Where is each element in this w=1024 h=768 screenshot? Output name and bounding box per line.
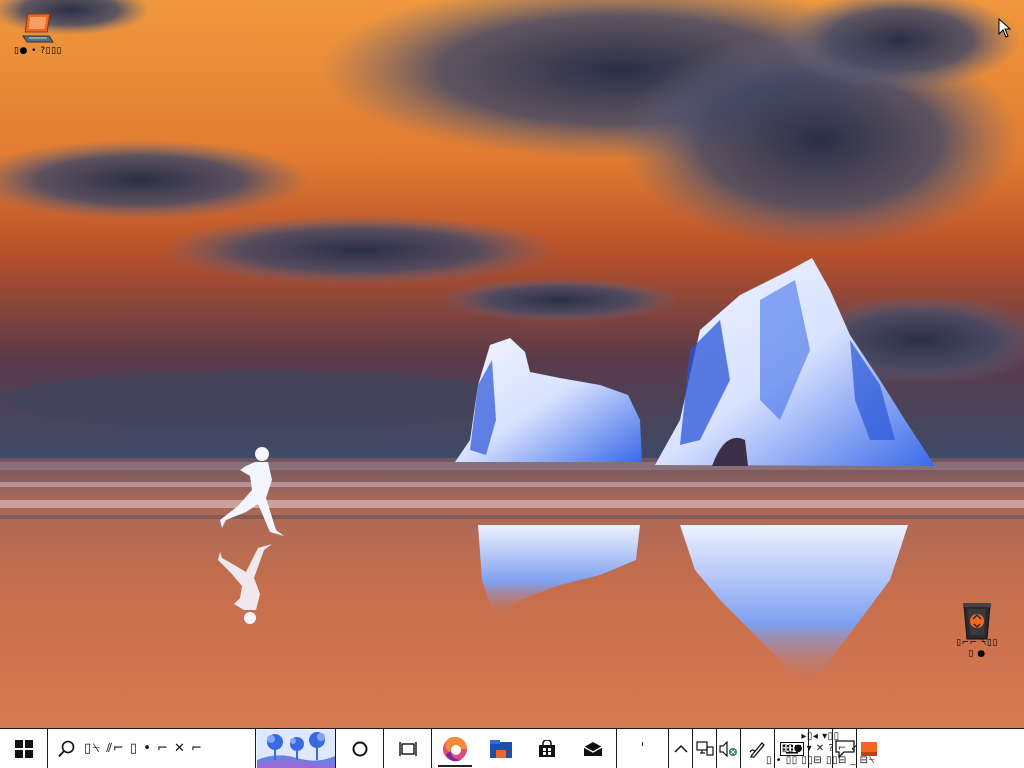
edge-browser-icon bbox=[443, 736, 467, 761]
network-icon bbox=[695, 740, 714, 756]
search-icon bbox=[58, 740, 75, 757]
pen-icon bbox=[749, 741, 765, 758]
file-explorer-taskbar-button[interactable] bbox=[478, 729, 524, 768]
laptop-icon bbox=[20, 10, 56, 46]
show-hidden-icons-button[interactable] bbox=[669, 729, 693, 768]
system-tray: ▸▯◂ ▾▯▯ ▯▯● ▾ ✕ ? ⌐ ✓ ▯ • ▯▯ ▯▯⊟ ▯▯⊟ _ ⊟… bbox=[669, 729, 881, 768]
recycle-bin-label-line2: ▯ ● bbox=[968, 649, 986, 659]
desktop-preview-icon bbox=[861, 741, 877, 756]
search-placeholder: ▯⍀ ⫽⌐ ▯ • ⌐ ✕ ⌐ bbox=[84, 741, 203, 756]
mouse-pointer-icon bbox=[998, 17, 1012, 42]
this-pc-desktop-icon[interactable]: ▯● • ?▯▯▯ bbox=[6, 10, 70, 57]
news-and-interests-button[interactable] bbox=[256, 729, 336, 768]
mail-taskbar-button[interactable] bbox=[570, 729, 616, 768]
recycle-bin-label-line1: ▯⌐⌐ ⍀▯▯ bbox=[956, 638, 998, 648]
chevron-up-icon bbox=[673, 744, 688, 753]
volume-tray-button[interactable] bbox=[717, 729, 741, 768]
show-desktop-button[interactable] bbox=[857, 729, 881, 768]
cortana-button[interactable] bbox=[336, 729, 384, 768]
this-pc-label: ▯● • ?▯▯▯ bbox=[14, 46, 62, 56]
cortana-circle-icon bbox=[352, 741, 367, 756]
clock-date-button[interactable]: ▸▯◂ ▾▯▯ ▯▯● ▾ ✕ ? ⌐ ✓ ▯ • ▯▯ ▯▯⊟ ▯▯⊟ _ ⊟… bbox=[766, 729, 875, 768]
network-tray-button[interactable] bbox=[693, 729, 717, 768]
file-explorer-icon bbox=[490, 739, 512, 758]
recycle-bin-icon bbox=[959, 602, 995, 640]
notification-icon bbox=[834, 739, 855, 758]
desktop-wallpaper bbox=[0, 0, 1024, 728]
recycle-bin-desktop-icon[interactable]: ▯⌐⌐ ⍀▯▯ ▯ ● bbox=[942, 602, 1012, 660]
task-view-icon bbox=[398, 741, 417, 756]
store-taskbar-button[interactable] bbox=[524, 729, 570, 768]
volume-muted-icon bbox=[718, 740, 737, 757]
windows-logo-icon bbox=[14, 739, 33, 758]
taskbar: ▯⍀ ⫽⌐ ▯ • ⌐ ✕ ⌐ ˈ ▸▯◂ ▾▯▯ ▯▯● ▾ ✕ ? ⌐ ✓ … bbox=[0, 728, 1024, 768]
news-weather-thumbnail-icon bbox=[256, 729, 335, 768]
action-center-button[interactable] bbox=[833, 729, 857, 768]
edge-taskbar-button[interactable] bbox=[432, 729, 478, 768]
store-icon bbox=[539, 739, 555, 757]
pinned-apps bbox=[432, 729, 617, 768]
search-box[interactable]: ▯⍀ ⫽⌐ ▯ • ⌐ ✕ ⌐ bbox=[48, 729, 256, 768]
taskbar-spacer: ˈ bbox=[617, 729, 669, 768]
start-button[interactable] bbox=[0, 729, 48, 768]
mail-icon bbox=[583, 741, 603, 756]
task-view-button[interactable] bbox=[384, 729, 432, 768]
